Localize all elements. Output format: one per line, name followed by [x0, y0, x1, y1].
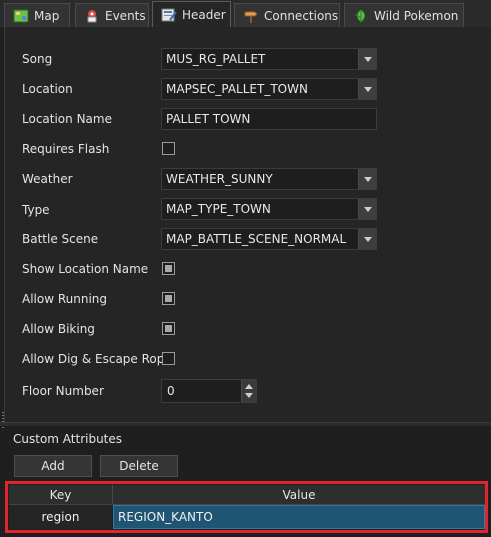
- delete-attribute-button[interactable]: Delete: [100, 455, 178, 477]
- type-value: MAP_TYPE_TOWN: [166, 202, 271, 216]
- chevron-down-icon[interactable]: [358, 79, 376, 99]
- events-icon: [84, 9, 100, 23]
- location-name-input[interactable]: PALLET TOWN: [161, 108, 377, 130]
- map-icon: [13, 9, 29, 23]
- tab-header[interactable]: Header: [152, 1, 231, 28]
- floor-number-value: 0: [167, 384, 175, 398]
- song-value: MUS_RG_PALLET: [166, 52, 266, 66]
- tab-header-label: Header: [182, 8, 226, 22]
- song-label: Song: [22, 52, 53, 66]
- attribute-key-cell[interactable]: region: [9, 505, 112, 529]
- location-name-label: Location Name: [22, 112, 112, 126]
- stepper-arrows[interactable]: [241, 380, 256, 402]
- show-location-name-checkbox[interactable]: [162, 262, 175, 275]
- battle-scene-select[interactable]: MAP_BATTLE_SCENE_NORMAL: [161, 228, 377, 250]
- column-header-value[interactable]: Value: [113, 485, 485, 504]
- floor-number-stepper[interactable]: 0: [161, 379, 257, 403]
- location-value: MAPSEC_PALLET_TOWN: [166, 82, 308, 96]
- allow-dig-label: Allow Dig & Escape Rope: [22, 352, 172, 366]
- battle-scene-label: Battle Scene: [22, 232, 99, 246]
- weather-value: WEATHER_SUNNY: [166, 172, 273, 186]
- weather-select[interactable]: WEATHER_SUNNY: [161, 168, 377, 190]
- wild-pokemon-icon: [353, 8, 369, 23]
- requires-flash-checkbox[interactable]: [162, 142, 175, 155]
- location-name-value: PALLET TOWN: [166, 112, 251, 126]
- chevron-down-icon[interactable]: [358, 229, 376, 249]
- tab-connections-label: Connections: [264, 8, 339, 23]
- custom-attributes-title: Custom Attributes: [13, 432, 123, 446]
- tab-connections[interactable]: Connections: [234, 3, 340, 27]
- song-select[interactable]: MUS_RG_PALLET: [161, 48, 377, 70]
- arrow-down-icon[interactable]: [245, 393, 253, 398]
- attributes-table-header: Key Value: [9, 485, 485, 505]
- allow-biking-checkbox[interactable]: [162, 322, 175, 335]
- header-icon: [161, 8, 177, 22]
- tab-bar: Map Events Header Connections Wild Pokem…: [0, 0, 491, 28]
- allow-running-label: Allow Running: [22, 292, 108, 306]
- tab-wild-pokemon[interactable]: Wild Pokemon: [344, 3, 464, 27]
- chevron-down-icon[interactable]: [358, 49, 376, 69]
- tab-map-label: Map: [34, 8, 60, 23]
- attribute-value-cell[interactable]: REGION_KANTO: [113, 505, 485, 529]
- tab-events[interactable]: Events: [75, 3, 149, 27]
- show-location-name-label: Show Location Name: [22, 262, 149, 276]
- requires-flash-label: Requires Flash: [22, 142, 110, 156]
- allow-running-checkbox[interactable]: [162, 292, 175, 305]
- column-header-key[interactable]: Key: [9, 485, 113, 504]
- location-label: Location: [22, 82, 73, 96]
- allow-biking-label: Allow Biking: [22, 322, 95, 336]
- tab-events-label: Events: [105, 8, 146, 23]
- weather-label: Weather: [22, 172, 73, 186]
- chevron-down-icon[interactable]: [358, 169, 376, 189]
- panel-splitter[interactable]: [0, 422, 491, 426]
- chevron-down-icon[interactable]: [358, 199, 376, 219]
- tab-wild-pokemon-label: Wild Pokemon: [374, 8, 459, 23]
- battle-scene-value: MAP_BATTLE_SCENE_NORMAL: [166, 232, 347, 246]
- arrow-up-icon[interactable]: [245, 384, 253, 389]
- location-select[interactable]: MAPSEC_PALLET_TOWN: [161, 78, 377, 100]
- connections-icon: [243, 9, 259, 23]
- floor-number-label: Floor Number: [22, 384, 104, 398]
- allow-dig-checkbox[interactable]: [162, 352, 175, 365]
- type-label: Type: [22, 203, 50, 217]
- table-row[interactable]: region REGION_KANTO: [9, 505, 485, 529]
- tab-map[interactable]: Map: [4, 3, 70, 27]
- type-select[interactable]: MAP_TYPE_TOWN: [161, 198, 377, 220]
- add-attribute-button[interactable]: Add: [14, 455, 92, 477]
